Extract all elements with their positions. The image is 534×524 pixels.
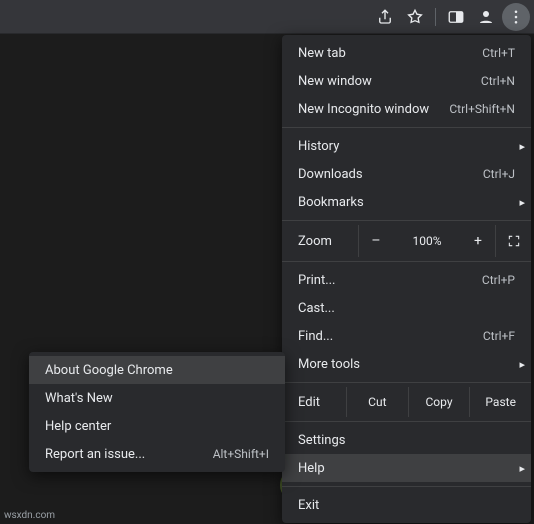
menu-item-downloads[interactable]: Downloads Ctrl+J (282, 160, 531, 188)
menu-label: Exit (298, 498, 515, 513)
chevron-right-icon: ▸ (519, 462, 525, 475)
zoom-level: 100% (393, 234, 461, 248)
menu-item-help[interactable]: Help ▸ (282, 454, 531, 482)
menu-label: New tab (298, 46, 482, 61)
menu-item-settings[interactable]: Settings (282, 426, 531, 454)
chevron-right-icon: ▸ (519, 196, 525, 209)
menu-label: Find... (298, 329, 483, 344)
menu-shortcut: Ctrl+N (481, 74, 515, 88)
menu-divider (282, 486, 531, 487)
zoom-label: Zoom (298, 234, 358, 249)
browser-toolbar (0, 0, 534, 34)
submenu-item-report-issue[interactable]: Report an issue... Alt+Shift+I (29, 440, 285, 468)
menu-label: Help (298, 461, 515, 476)
zoom-controls: – 100% + (358, 225, 531, 257)
menu-item-find[interactable]: Find... Ctrl+F (282, 322, 531, 350)
menu-shortcut: Ctrl+T (482, 46, 515, 60)
submenu-label: Report an issue... (45, 447, 213, 462)
menu-item-print[interactable]: Print... Ctrl+P (282, 266, 531, 294)
image-credit: wsxdn.com (4, 510, 55, 521)
menu-item-new-tab[interactable]: New tab Ctrl+T (282, 39, 531, 67)
help-submenu: About Google Chrome What's New Help cent… (29, 352, 285, 472)
menu-item-new-incognito[interactable]: New Incognito window Ctrl+Shift+N (282, 95, 531, 123)
menu-item-exit[interactable]: Exit (282, 491, 531, 519)
fullscreen-button[interactable] (495, 225, 531, 257)
menu-divider (282, 261, 531, 262)
menu-label: History (298, 139, 515, 154)
menu-item-new-window[interactable]: New window Ctrl+N (282, 67, 531, 95)
menu-label: Downloads (298, 167, 483, 182)
menu-divider (282, 127, 531, 128)
submenu-item-help-center[interactable]: Help center (29, 412, 285, 440)
chevron-right-icon: ▸ (519, 140, 525, 153)
menu-item-cast[interactable]: Cast... (282, 294, 531, 322)
star-icon[interactable] (401, 3, 429, 31)
menu-label: Cast... (298, 301, 515, 316)
chrome-main-menu: New tab Ctrl+T New window Ctrl+N New Inc… (282, 35, 531, 523)
cut-button[interactable]: Cut (346, 387, 408, 417)
submenu-item-about[interactable]: About Google Chrome (29, 356, 285, 384)
paste-button[interactable]: Paste (469, 387, 531, 417)
menu-label: Print... (298, 273, 482, 288)
toolbar-separator (435, 8, 436, 26)
menu-item-bookmarks[interactable]: Bookmarks ▸ (282, 188, 531, 216)
menu-item-more-tools[interactable]: More tools ▸ (282, 350, 531, 378)
chevron-right-icon: ▸ (519, 358, 525, 371)
menu-item-zoom: Zoom – 100% + (282, 225, 531, 257)
menu-shortcut: Ctrl+J (483, 167, 515, 181)
side-panel-icon[interactable] (442, 3, 470, 31)
submenu-shortcut: Alt+Shift+I (213, 447, 269, 461)
menu-divider (282, 220, 531, 221)
menu-divider (282, 382, 531, 383)
submenu-item-whats-new[interactable]: What's New (29, 384, 285, 412)
menu-shortcut: Ctrl+P (482, 273, 515, 287)
profile-icon[interactable] (472, 3, 500, 31)
copy-button[interactable]: Copy (408, 387, 470, 417)
menu-item-edit: Edit Cut Copy Paste (282, 387, 531, 417)
submenu-label: About Google Chrome (45, 363, 269, 378)
menu-label: More tools (298, 357, 515, 372)
more-icon[interactable] (502, 3, 530, 31)
menu-shortcut: Ctrl+Shift+N (449, 102, 515, 116)
submenu-label: Help center (45, 419, 269, 434)
menu-label: Bookmarks (298, 195, 515, 210)
edit-label: Edit (298, 395, 346, 410)
menu-label: New Incognito window (298, 102, 449, 117)
menu-label: Settings (298, 433, 515, 448)
menu-label: New window (298, 74, 481, 89)
submenu-label: What's New (45, 391, 269, 406)
menu-divider (282, 421, 531, 422)
menu-shortcut: Ctrl+F (483, 329, 515, 343)
zoom-in-button[interactable]: + (461, 225, 495, 257)
menu-item-history[interactable]: History ▸ (282, 132, 531, 160)
share-icon[interactable] (371, 3, 399, 31)
zoom-out-button[interactable]: – (359, 225, 393, 257)
